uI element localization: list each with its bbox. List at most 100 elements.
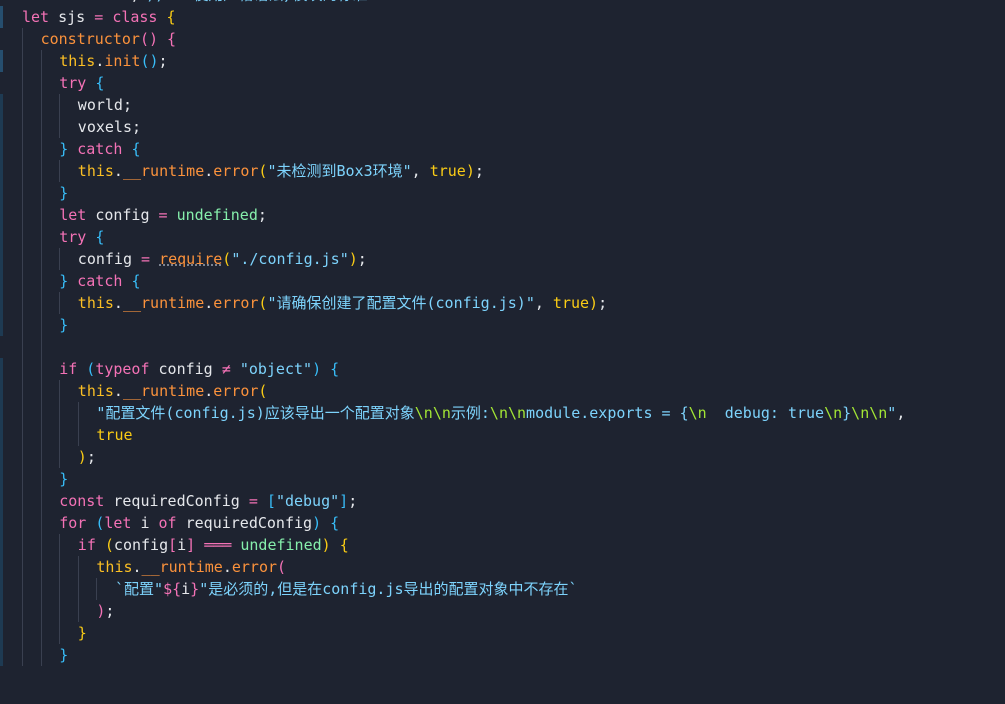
code-line[interactable]: this.__runtime.error( — [0, 380, 1005, 402]
code-line[interactable]: this.init(); — [0, 50, 1005, 72]
code-line[interactable]: } — [0, 314, 1005, 336]
indent-guide — [22, 160, 23, 182]
indent-guide — [77, 556, 79, 578]
code-line[interactable]: } catch { — [0, 270, 1005, 292]
code-token: \n — [824, 404, 843, 422]
code-token: ( — [258, 382, 268, 400]
code-line[interactable]: const requiredConfig = ["debug"]; — [0, 490, 1005, 512]
code-token: i — [177, 536, 187, 554]
code-text: true — [96, 424, 132, 446]
code-line[interactable]: this.__runtime.error("请确保创建了配置文件(config.… — [0, 292, 1005, 314]
code-text: ); — [78, 446, 96, 468]
code-token: = — [248, 492, 267, 510]
code-token: \n — [688, 404, 707, 422]
indent-guide — [40, 534, 42, 556]
code-line[interactable]: constructor() { — [0, 28, 1005, 50]
code-token: this — [96, 558, 133, 576]
code-token: class — [112, 8, 167, 26]
indent-guide — [40, 600, 42, 622]
gutter-change-marker — [0, 644, 3, 666]
code-token: { — [131, 272, 141, 290]
indent-guide — [40, 204, 42, 226]
gutter-change-marker — [0, 138, 3, 160]
code-token: ] — [186, 536, 205, 554]
code-line[interactable]: config = require("./config.js"); — [0, 248, 1005, 270]
code-line[interactable]: for (let i of requiredConfig) { — [0, 512, 1005, 534]
code-token: } — [190, 580, 200, 598]
indent-guide — [59, 556, 61, 578]
code-line[interactable]: try { — [0, 226, 1005, 248]
code-token: catch — [77, 140, 132, 158]
code-token: of — [158, 514, 186, 532]
code-token: // * 使用严格语法,模块的标准 — [148, 0, 367, 4]
code-editor[interactable]: "use strict"; // * 使用严格语法,模块的标准 let sjs =… — [0, 0, 1005, 704]
code-line[interactable]: } — [0, 468, 1005, 490]
code-token: ) — [312, 360, 331, 378]
indent-guide — [40, 94, 42, 116]
code-token: { — [95, 74, 105, 92]
code-token: ≠ — [221, 360, 240, 378]
code-line[interactable]: } catch { — [0, 138, 1005, 160]
indent-guide — [40, 138, 42, 160]
code-line[interactable] — [0, 336, 1005, 358]
code-line[interactable]: } — [0, 182, 1005, 204]
indent-guide — [22, 622, 23, 644]
code-line[interactable]: this.__runtime.error("未检测到Box3环境", true)… — [0, 160, 1005, 182]
code-token: . — [95, 52, 105, 70]
code-line[interactable]: } — [0, 644, 1005, 666]
gutter-change-marker — [0, 160, 3, 182]
code-token: \n\n — [851, 404, 888, 422]
code-line[interactable]: "配置文件(config.js)应该导出一个配置对象\n\n示例:\n\nmod… — [0, 402, 1005, 424]
code-token: ( — [277, 558, 287, 576]
code-line[interactable]: } — [0, 622, 1005, 644]
code-line[interactable]: let sjs = class { — [0, 6, 1005, 28]
code-line[interactable]: voxels; — [0, 116, 1005, 138]
gutter-change-marker — [0, 226, 3, 248]
code-text: try { — [59, 72, 104, 94]
code-line[interactable]: ); — [0, 600, 1005, 622]
code-line[interactable]: if (typeof config ≠ "object") { — [0, 358, 1005, 380]
code-token: "object" — [239, 360, 313, 378]
code-token: this — [77, 294, 114, 312]
code-line[interactable]: try { — [0, 72, 1005, 94]
gutter-change-marker — [0, 490, 3, 512]
code-line[interactable]: ); — [0, 446, 1005, 468]
gutter-change-marker — [0, 534, 3, 556]
indent-guide — [40, 578, 42, 600]
code-token: this — [77, 382, 114, 400]
indent-guide — [40, 248, 42, 270]
indent-guide — [40, 358, 42, 380]
gutter-change-marker — [0, 402, 3, 424]
code-token: requiredConfig — [185, 514, 313, 532]
code-text: for (let i of requiredConfig) { — [59, 512, 339, 534]
indent-guide — [22, 204, 23, 226]
indent-guide — [22, 600, 23, 622]
code-line[interactable]: world; — [0, 94, 1005, 116]
code-token: , — [896, 404, 906, 422]
indent-guide — [77, 600, 79, 622]
code-token: init — [104, 52, 141, 70]
gutter-change-marker — [0, 292, 3, 314]
code-line[interactable]: `配置"${i}"是必须的,但是在config.js导出的配置对象中不存在` — [0, 578, 1005, 600]
indent-guide — [59, 248, 61, 270]
code-token: \n\n — [414, 404, 451, 422]
indent-guide — [59, 534, 61, 556]
gutter-change-marker — [0, 578, 3, 600]
code-line[interactable]: true — [0, 424, 1005, 446]
code-text: if (config[i] ═══ undefined) { — [78, 534, 349, 556]
gutter-change-marker — [0, 512, 3, 534]
indent-guide — [22, 116, 23, 138]
code-token: world; — [77, 96, 132, 114]
code-token: } — [59, 184, 69, 202]
code-line[interactable]: if (config[i] ═══ undefined) { — [0, 534, 1005, 556]
code-text: } — [78, 622, 87, 644]
indent-guide — [22, 336, 23, 358]
code-token: "未检测到Box3环境" — [267, 162, 412, 180]
code-line[interactable]: this.__runtime.error( — [0, 556, 1005, 578]
indent-guide — [40, 182, 42, 204]
code-text: voxels; — [78, 116, 141, 138]
code-line[interactable]: let config = undefined; — [0, 204, 1005, 226]
indent-guide — [59, 600, 61, 622]
code-token: voxels; — [77, 118, 142, 136]
indent-guide — [40, 380, 42, 402]
